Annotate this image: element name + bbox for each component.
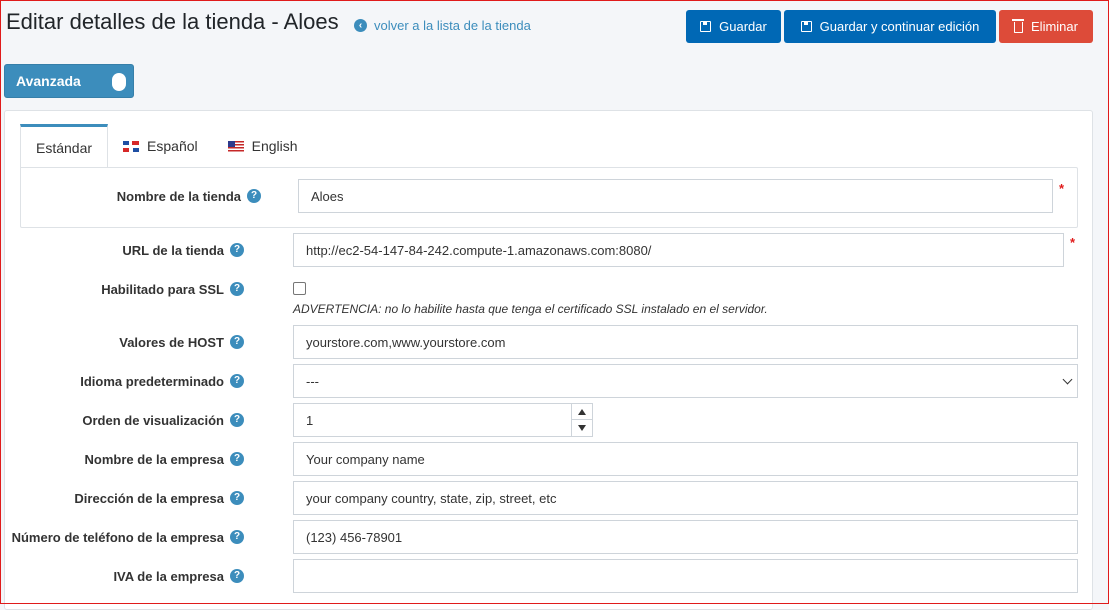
company-address-label-text: Dirección de la empresa (74, 490, 224, 506)
display-order-row: Orden de visualización ? 1 (5, 403, 1094, 437)
page-header: Editar detalles de la tienda - Aloes ‹ v… (0, 0, 1109, 56)
back-to-store-list-link[interactable]: ‹ volver a la lista de la tienda (354, 18, 531, 33)
default-language-select[interactable]: --- (293, 364, 1078, 398)
arrow-left-circle-icon: ‹ (354, 19, 367, 32)
company-name-label: Nombre de la empresa ? (85, 442, 244, 476)
help-icon[interactable]: ? (230, 374, 244, 388)
store-url-input[interactable]: http://ec2-54-147-84-242.compute-1.amazo… (293, 233, 1064, 267)
ssl-warning: ADVERTENCIA: no lo habilite hasta que te… (293, 302, 768, 316)
trash-icon (1012, 19, 1025, 33)
advanced-toggle-label: Avanzada (16, 73, 81, 89)
save-button[interactable]: Guardar (686, 10, 781, 43)
ssl-checkbox[interactable] (293, 282, 306, 295)
language-tabs: Estándar Español English (20, 124, 313, 168)
company-name-row: Nombre de la empresa ? Your company name (5, 442, 1094, 476)
store-details-card: Estándar Español English Nombre de la ti… (4, 110, 1093, 610)
default-language-value: --- (306, 373, 319, 389)
tab-spanish-label: Español (147, 138, 198, 154)
company-phone-row: Número de teléfono de la empresa ? (123)… (5, 520, 1094, 554)
company-phone-label: Número de teléfono de la empresa ? (12, 520, 244, 554)
triangle-down-icon (578, 425, 586, 431)
save-and-continue-button[interactable]: Guardar y continuar edición (784, 10, 996, 43)
host-values-input[interactable]: yourstore.com,www.yourstore.com (293, 325, 1078, 359)
display-order-label: Orden de visualización ? (82, 403, 244, 437)
display-order-stepper[interactable]: 1 (293, 403, 593, 437)
decrement-button[interactable] (572, 420, 592, 436)
default-language-label-text: Idioma predeterminado (80, 373, 224, 389)
tab-standard-label: Estándar (36, 139, 93, 156)
tab-pane-standard: Nombre de la tienda ? Aloes * (20, 167, 1078, 228)
store-name-row: Nombre de la tienda ? Aloes * (6, 179, 1095, 213)
tab-standard[interactable]: Estándar (20, 124, 109, 168)
store-url-label-text: URL de la tienda (122, 242, 224, 258)
help-icon[interactable]: ? (230, 491, 244, 505)
display-order-value: 1 (306, 412, 314, 428)
company-name-label-text: Nombre de la empresa (84, 451, 224, 467)
store-url-label: URL de la tienda ? (122, 233, 244, 267)
store-name-input[interactable]: Aloes (298, 179, 1053, 213)
triangle-up-icon (578, 408, 586, 415)
help-icon[interactable]: ? (230, 413, 244, 427)
ssl-label: Habilitado para SSL ? (101, 272, 244, 306)
company-phone-input[interactable]: (123) 456-78901 (293, 520, 1078, 554)
advanced-mode-toggle[interactable]: Avanzada (4, 64, 134, 98)
help-icon[interactable]: ? (230, 335, 244, 349)
tab-spanish[interactable]: Español (108, 124, 213, 168)
delete-button-label: Eliminar (1031, 19, 1078, 34)
back-link-label: volver a la lista de la tienda (374, 18, 531, 33)
tab-english[interactable]: English (213, 124, 313, 168)
company-address-input[interactable]: your company country, state, zip, street… (293, 481, 1078, 515)
flag-us-icon (227, 140, 244, 152)
chevron-down-icon (1062, 374, 1073, 385)
store-name-label-text: Nombre de la tienda (116, 188, 241, 204)
host-values-row: Valores de HOST ? yourstore.com,www.your… (5, 325, 1094, 359)
store-url-row: URL de la tienda ? http://ec2-54-147-84-… (5, 233, 1094, 267)
floppy-disk-icon (800, 21, 812, 32)
required-asterisk: * (1070, 235, 1076, 250)
toggle-knob (112, 73, 126, 91)
save-continue-button-label: Guardar y continuar edición (819, 19, 980, 34)
ssl-row: Habilitado para SSL ? ADVERTENCIA: no lo… (5, 272, 1094, 317)
host-values-label-text: Valores de HOST (119, 334, 224, 350)
save-button-label: Guardar (719, 19, 767, 34)
flag-es-icon (123, 140, 140, 152)
company-vat-label: IVA de la empresa ? (113, 559, 244, 593)
stepper-controls (571, 404, 592, 436)
ssl-label-text: Habilitado para SSL (101, 281, 224, 297)
company-phone-label-text: Número de teléfono de la empresa (11, 529, 224, 545)
help-icon[interactable]: ? (247, 189, 261, 203)
required-asterisk: * (1059, 181, 1065, 196)
company-name-input[interactable]: Your company name (293, 442, 1078, 476)
store-name-label: Nombre de la tienda ? (117, 179, 261, 213)
tab-english-label: English (251, 138, 298, 154)
default-language-label: Idioma predeterminado ? (80, 364, 244, 398)
help-icon[interactable]: ? (230, 282, 244, 296)
default-language-row: Idioma predeterminado ? --- (5, 364, 1094, 398)
company-vat-input[interactable] (293, 559, 1078, 593)
display-order-label-text: Orden de visualización (82, 412, 224, 428)
company-vat-row: IVA de la empresa ? (5, 559, 1094, 593)
delete-button[interactable]: Eliminar (999, 10, 1093, 43)
help-icon[interactable]: ? (230, 530, 244, 544)
increment-button[interactable] (572, 404, 592, 420)
help-icon[interactable]: ? (230, 243, 244, 257)
floppy-disk-icon (700, 21, 712, 32)
host-values-label: Valores de HOST ? (119, 325, 244, 359)
help-icon[interactable]: ? (230, 569, 244, 583)
company-address-label: Dirección de la empresa ? (74, 481, 244, 515)
company-address-row: Dirección de la empresa ? your company c… (5, 481, 1094, 515)
help-icon[interactable]: ? (230, 452, 244, 466)
company-vat-label-text: IVA de la empresa (113, 568, 224, 584)
page-title: Editar detalles de la tienda - Aloes (6, 9, 339, 34)
